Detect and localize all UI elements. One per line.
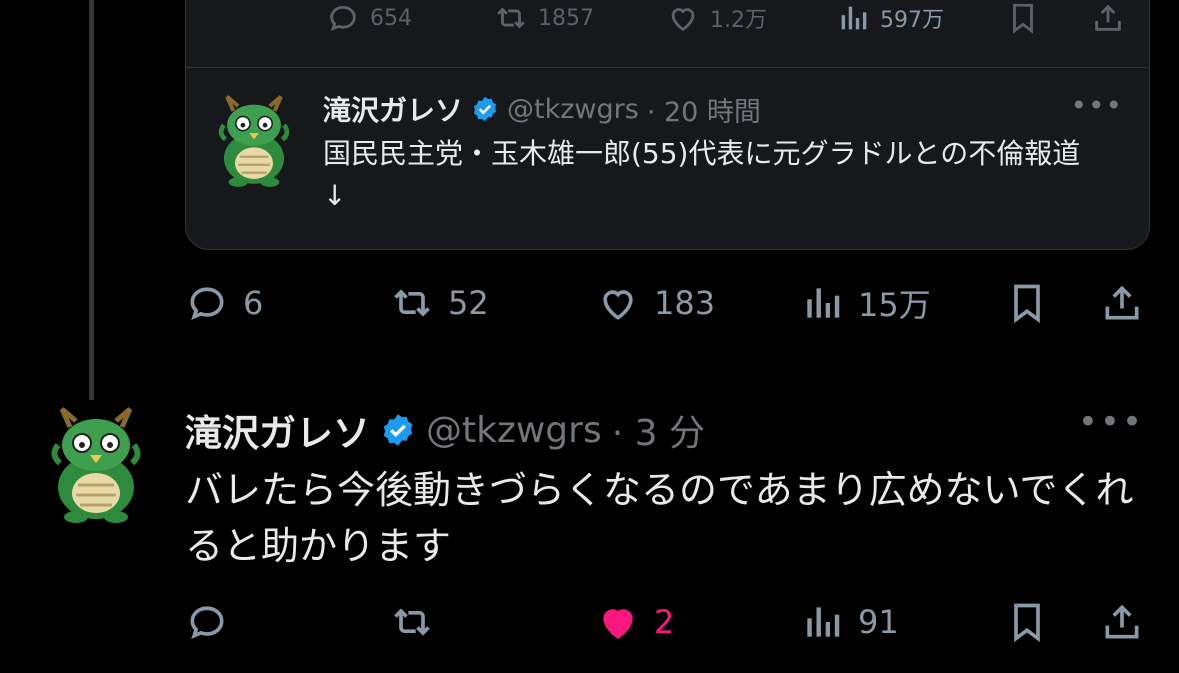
- reply-action-bar: 6 52 183 15万: [0, 278, 1179, 328]
- author-name[interactable]: 滝沢ガレソ: [185, 403, 370, 457]
- author-handle[interactable]: @tkzwgrs: [426, 410, 602, 451]
- share-icon: [1105, 285, 1139, 320]
- views-icon: [841, 6, 867, 30]
- quote-bookmark-button[interactable]: [1006, 1, 1040, 35]
- quote-divider: [186, 67, 1149, 68]
- quote-author-handle[interactable]: @tkzwgrs: [507, 94, 639, 125]
- tweet-views-button[interactable]: 91: [800, 597, 899, 647]
- more-icon[interactable]: •••: [1078, 402, 1144, 442]
- quote-reply-count: 654: [370, 5, 412, 31]
- like-count: 183: [654, 284, 716, 322]
- repost-button[interactable]: 52: [390, 278, 489, 328]
- tweet-text: バレたら今後動きづらくなるのであまり広めないでくれると助かります: [185, 468, 1134, 568]
- like-icon: [671, 8, 695, 32]
- quote-author-name[interactable]: 滝沢ガレソ: [323, 89, 463, 129]
- verified-badge-icon: [473, 96, 497, 122]
- quote-like-count: 1.2万: [710, 8, 767, 33]
- quote-like-button[interactable]: 1.2万: [666, 1, 767, 35]
- tweet-action-bar: 2 91: [0, 597, 1179, 647]
- reply-icon: [190, 287, 224, 321]
- bookmark-icon: [1014, 284, 1040, 324]
- quote-views-button[interactable]: 597万: [836, 1, 944, 35]
- quote-timestamp[interactable]: · 20 時間: [647, 90, 761, 129]
- tweet-timestamp[interactable]: · 3 分: [612, 404, 705, 456]
- share-icon: [1105, 604, 1139, 639]
- like-icon: [603, 290, 633, 320]
- tweet-share-button[interactable]: [1100, 597, 1144, 647]
- thread-line: [89, 0, 94, 400]
- dragon-avatar-image: [218, 95, 290, 187]
- repost-icon: [394, 289, 430, 317]
- tweet-like-button[interactable]: 2: [596, 597, 674, 647]
- share-icon: [1095, 4, 1121, 31]
- reply-icon: [190, 606, 224, 640]
- like-filled-icon: [603, 609, 633, 639]
- quote-views-count: 597万: [880, 8, 944, 33]
- reply-icon: [330, 5, 356, 32]
- like-button[interactable]: 183: [596, 278, 715, 328]
- views-button[interactable]: 15万: [800, 278, 931, 328]
- tweet-reply-button[interactable]: [185, 597, 243, 647]
- share-button[interactable]: [1100, 278, 1144, 328]
- tweet-repost-button[interactable]: [390, 597, 448, 647]
- bookmark-button[interactable]: [1005, 278, 1049, 328]
- bookmark-icon: [1013, 3, 1033, 34]
- repost-icon: [394, 608, 430, 636]
- quote-more-icon[interactable]: •••: [1070, 89, 1123, 122]
- author-avatar[interactable]: [48, 405, 144, 525]
- tweet-bookmark-button[interactable]: [1005, 597, 1049, 647]
- quote-repost-count: 1857: [538, 5, 594, 31]
- views-count: 15万: [858, 286, 931, 324]
- tweet-views-count: 91: [858, 603, 899, 641]
- quoted-tweet-card[interactable]: 654 1857 1.2万 597万 滝沢ガレソ @tkzwgrs · 20 時…: [185, 0, 1150, 250]
- views-icon: [807, 288, 840, 318]
- repost-icon: [497, 7, 525, 29]
- quote-repost-button[interactable]: 1857: [494, 1, 594, 35]
- reply-button[interactable]: 6: [185, 278, 263, 328]
- quote-text: 国民民主党・玉木雄一郎(55)代表に元グラドルとの不倫報道 ↓: [323, 137, 1081, 212]
- views-icon: [807, 607, 840, 637]
- quote-author-avatar[interactable]: [216, 91, 292, 191]
- author-header: 滝沢ガレソ @tkzwgrs · 3 分: [185, 403, 705, 457]
- reply-count: 6: [243, 284, 264, 322]
- verified-badge-icon: [383, 414, 413, 446]
- bookmark-icon: [1014, 603, 1040, 643]
- repost-count: 52: [448, 284, 489, 322]
- quote-reply-button[interactable]: 654: [326, 1, 412, 35]
- quote-action-bar: 654 1857 1.2万 597万: [186, 1, 1149, 37]
- quote-share-button[interactable]: [1091, 1, 1125, 35]
- quote-author-header: 滝沢ガレソ @tkzwgrs · 20 時間: [323, 89, 761, 129]
- tweet-like-count: 2: [654, 603, 675, 641]
- dragon-avatar-image: [51, 407, 141, 523]
